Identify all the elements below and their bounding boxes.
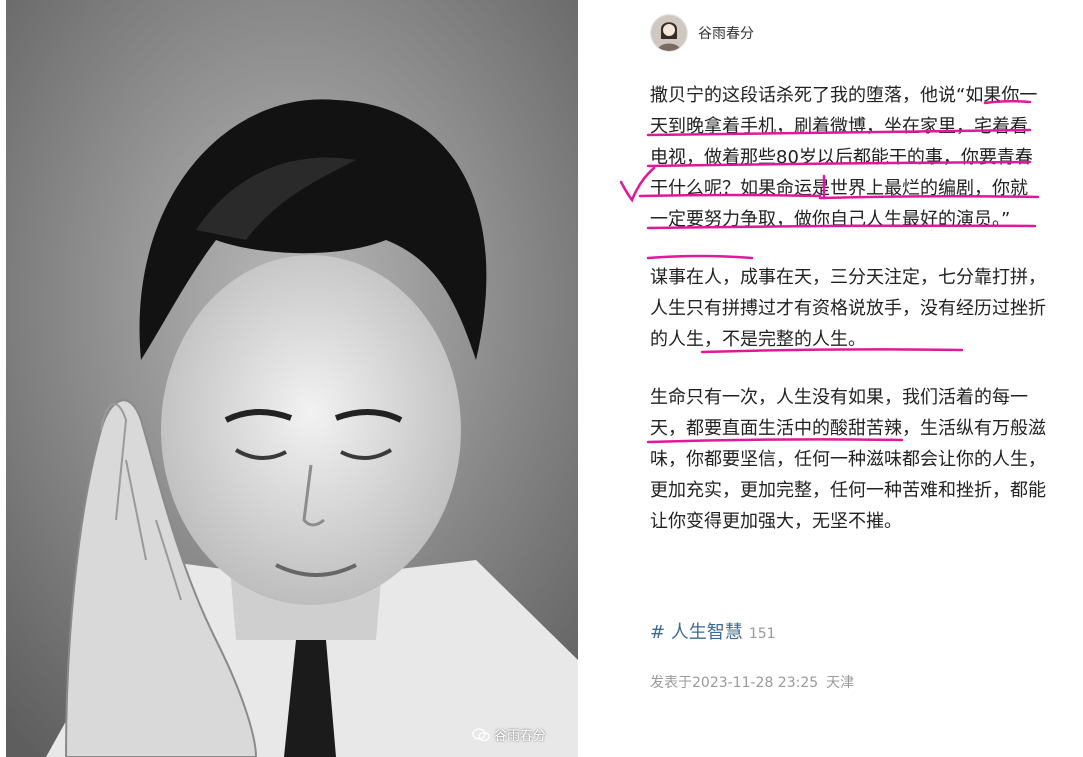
wechat-icon	[472, 727, 490, 741]
hashtag-link[interactable]: # 人生智慧 151	[650, 618, 776, 644]
post-meta: 发表于2023-11-28 23:25 天津	[650, 672, 854, 692]
hashtag-label[interactable]: # 人生智慧	[650, 618, 743, 644]
author-name[interactable]: 谷雨春分	[698, 23, 754, 43]
post-timestamp: 发表于2023-11-28 23:25	[650, 675, 819, 691]
post-content: 撒贝宁的这段话杀死了我的堕落，他说“如果你一天到晚拿着手机，刷着微博，坐在家里，…	[650, 80, 1050, 564]
avatar-image	[651, 15, 687, 51]
author-header[interactable]: 谷雨春分	[650, 14, 754, 52]
post-location: 天津	[826, 675, 855, 691]
post-paragraph: 生命只有一次，人生没有如果，我们活着的每一天，都要直面生活中的酸甜苦辣，生活纵有…	[650, 387, 1046, 532]
hashtag-count: 151	[748, 626, 776, 642]
watermark-text: 谷雨春分	[494, 729, 547, 744]
avatar[interactable]	[650, 14, 688, 52]
post-photo[interactable]: 谷雨春分	[6, 0, 578, 757]
post-panel: 谷雨春分 撒贝宁的这段话杀死了我的堕落，他说“如果你一天到晚拿着手机，刷着微博，…	[650, 0, 1050, 757]
post-paragraph: 谋事在人，成事在天，三分天注定，七分靠打拼，人生只有拼搏过才有资格说放手，没有经…	[650, 267, 1046, 350]
portrait-image	[6, 0, 578, 757]
post-paragraph: 撒贝宁的这段话杀死了我的堕落，他说“如果你一天到晚拿着手机，刷着微博，坐在家里，…	[650, 85, 1038, 230]
photo-watermark: 谷雨春分	[472, 725, 546, 744]
